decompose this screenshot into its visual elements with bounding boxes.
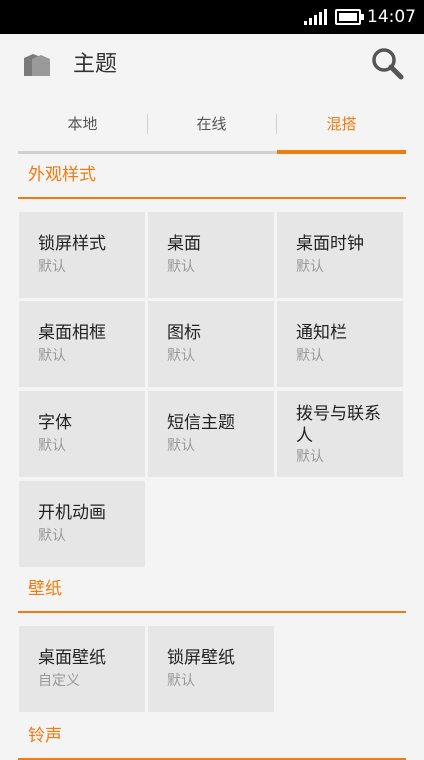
tile-label: 短信主题: [167, 413, 235, 433]
tile-label: 锁屏壁纸: [167, 648, 235, 668]
tile-icons[interactable]: 图标 默认: [148, 301, 274, 387]
tile-desktop[interactable]: 桌面 默认: [148, 212, 274, 298]
tab-online[interactable]: 在线: [147, 100, 276, 148]
tile-value: 默认: [167, 673, 195, 689]
tile-value: 默认: [38, 438, 66, 454]
status-time: 14:07: [367, 7, 416, 27]
tile-photo-frame[interactable]: 桌面相框 默认: [19, 301, 145, 387]
tab-mix[interactable]: 混搭: [277, 100, 406, 148]
tile-label: 拨号与联系人: [296, 404, 381, 446]
tile-value: 默认: [38, 259, 66, 275]
tile-sms-theme[interactable]: 短信主题 默认: [148, 391, 274, 477]
tile-label: 图标: [167, 323, 201, 343]
tab-indicator: [277, 150, 406, 154]
tile-label: 锁屏样式: [38, 234, 106, 254]
tile-desktop-clock[interactable]: 桌面时钟 默认: [277, 212, 403, 298]
tile-label: 开机动画: [38, 503, 106, 523]
tile-lockscreen-wallpaper[interactable]: 锁屏壁纸 默认: [148, 626, 274, 712]
tile-value: 默认: [296, 348, 324, 364]
page-title: 主题: [73, 52, 118, 77]
app-bar: 主题: [0, 34, 424, 96]
tile-desktop-wallpaper[interactable]: 桌面壁纸 自定义: [19, 626, 145, 712]
section-appearance-header: 外观样式: [18, 157, 406, 199]
tile-label: 通知栏: [296, 323, 347, 343]
section-ringtone-header: 铃声: [18, 718, 406, 760]
theme-folder-icon: [24, 54, 50, 76]
tile-label: 字体: [38, 413, 72, 433]
battery-icon: [335, 9, 364, 25]
tile-value: 默认: [296, 449, 324, 465]
tile-value: 默认: [296, 259, 324, 275]
tile-notification-bar[interactable]: 通知栏 默认: [277, 301, 403, 387]
section-title: 铃声: [28, 726, 62, 746]
section-title: 壁纸: [28, 579, 62, 599]
tile-label: 桌面相框: [38, 323, 106, 343]
tab-local[interactable]: 本地: [18, 100, 147, 148]
signal-icon: [302, 9, 327, 25]
tile-value: 默认: [38, 348, 66, 364]
section-title: 外观样式: [28, 165, 96, 185]
tile-value: 默认: [167, 259, 195, 275]
tile-value: 自定义: [38, 673, 80, 689]
tile-label: 桌面时钟: [296, 234, 364, 254]
tile-label: 桌面壁纸: [38, 648, 106, 668]
tile-dialer-contacts[interactable]: 拨号与联系人 默认: [277, 391, 403, 477]
tile-label: 桌面: [167, 234, 201, 254]
tile-value: 默认: [167, 348, 195, 364]
tab-bar: 本地 在线 混搭: [18, 100, 406, 155]
tile-font[interactable]: 字体 默认: [19, 391, 145, 477]
tile-lockscreen-style[interactable]: 锁屏样式 默认: [19, 212, 145, 298]
status-bar: 14:07: [0, 0, 424, 34]
tile-value: 默认: [167, 438, 195, 454]
search-icon[interactable]: [368, 44, 408, 84]
section-wallpaper-header: 壁纸: [18, 571, 406, 613]
tile-value: 默认: [38, 528, 66, 544]
status-icons: 14:07: [302, 7, 416, 27]
tile-boot-animation[interactable]: 开机动画 默认: [19, 481, 145, 567]
